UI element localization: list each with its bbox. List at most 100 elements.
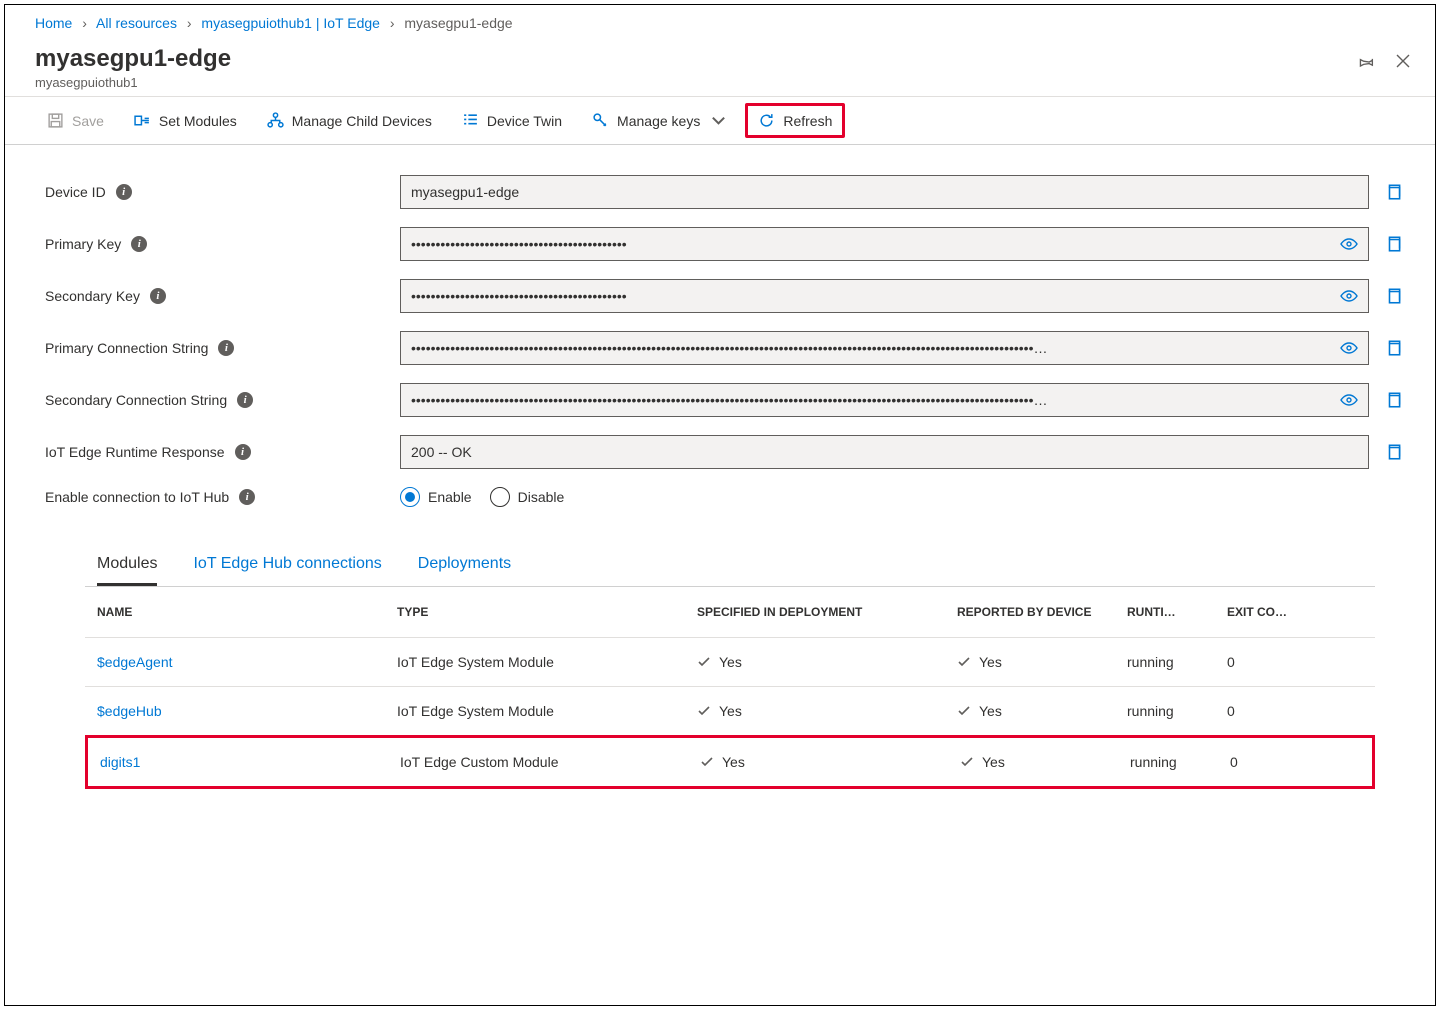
save-icon xyxy=(47,112,64,129)
manage-child-devices-button[interactable]: Manage Child Devices xyxy=(255,104,444,137)
module-link[interactable]: digits1 xyxy=(100,754,400,770)
eye-icon[interactable] xyxy=(1340,289,1358,303)
col-spec[interactable]: SPECIFIED IN DEPLOYMENT xyxy=(697,605,957,619)
module-runtime: running xyxy=(1127,703,1227,719)
manage-keys-button[interactable]: Manage keys xyxy=(580,104,739,137)
module-reported: Yes xyxy=(957,654,1127,670)
copy-icon[interactable] xyxy=(1385,339,1405,357)
check-icon xyxy=(697,655,711,669)
primary-conn-label: Primary Connection String xyxy=(45,340,208,356)
info-icon[interactable]: i xyxy=(218,340,234,356)
info-icon[interactable]: i xyxy=(131,236,147,252)
runtime-label: IoT Edge Runtime Response xyxy=(45,444,225,460)
check-icon xyxy=(957,704,971,718)
copy-icon[interactable] xyxy=(1385,443,1405,461)
eye-icon[interactable] xyxy=(1340,341,1358,355)
col-type[interactable]: TYPE xyxy=(397,605,697,619)
primary-conn-value: ••••••••••••••••••••••••••••••••••••••••… xyxy=(411,340,1047,356)
chevron-down-icon xyxy=(710,112,727,129)
save-label: Save xyxy=(72,113,104,129)
module-spec: Yes xyxy=(700,754,960,770)
info-icon[interactable]: i xyxy=(150,288,166,304)
hierarchy-icon xyxy=(267,112,284,129)
pin-icon[interactable] xyxy=(1357,53,1375,71)
chevron-right-icon: › xyxy=(82,15,87,31)
device-twin-label: Device Twin xyxy=(487,113,562,129)
disable-radio[interactable]: Disable xyxy=(490,487,565,507)
chevron-right-icon: › xyxy=(187,15,192,31)
secondary-conn-label: Secondary Connection String xyxy=(45,392,227,408)
copy-icon[interactable] xyxy=(1385,235,1405,253)
module-type: IoT Edge System Module xyxy=(397,654,697,670)
secondary-key-field[interactable]: ••••••••••••••••••••••••••••••••••••••••… xyxy=(400,279,1369,313)
refresh-label: Refresh xyxy=(783,113,832,129)
secondary-key-label: Secondary Key xyxy=(45,288,140,304)
module-spec: Yes xyxy=(697,654,957,670)
refresh-icon xyxy=(758,112,775,129)
table-row[interactable]: $edgeAgentIoT Edge System ModuleYesYesru… xyxy=(85,638,1375,687)
set-modules-button[interactable]: Set Modules xyxy=(122,104,249,137)
check-icon xyxy=(700,755,714,769)
runtime-value: 200 -- OK xyxy=(411,444,472,460)
col-exit[interactable]: EXIT CO… xyxy=(1227,605,1317,619)
device-id-field[interactable]: myasegpu1-edge xyxy=(400,175,1369,209)
primary-conn-field[interactable]: ••••••••••••••••••••••••••••••••••••••••… xyxy=(400,331,1369,365)
enable-option-label: Enable xyxy=(428,489,472,505)
chevron-right-icon: › xyxy=(390,15,395,31)
copy-icon[interactable] xyxy=(1385,287,1405,305)
breadcrumb-home[interactable]: Home xyxy=(35,15,72,31)
primary-key-field[interactable]: ••••••••••••••••••••••••••••••••••••••••… xyxy=(400,227,1369,261)
primary-key-label: Primary Key xyxy=(45,236,121,252)
close-icon[interactable] xyxy=(1395,53,1411,71)
info-icon[interactable]: i xyxy=(237,392,253,408)
eye-icon[interactable] xyxy=(1340,237,1358,251)
module-exit: 0 xyxy=(1227,654,1317,670)
manage-child-label: Manage Child Devices xyxy=(292,113,432,129)
page-subtitle: myasegpuiothub1 xyxy=(35,75,1405,90)
module-type: IoT Edge System Module xyxy=(397,703,697,719)
breadcrumb-current: myasegpu1-edge xyxy=(404,15,512,31)
module-exit: 0 xyxy=(1230,754,1320,770)
module-type: IoT Edge Custom Module xyxy=(400,754,700,770)
info-icon[interactable]: i xyxy=(116,184,132,200)
module-link[interactable]: $edgeHub xyxy=(97,703,397,719)
runtime-field[interactable]: 200 -- OK xyxy=(400,435,1369,469)
table-row[interactable]: digits1IoT Edge Custom ModuleYesYesrunni… xyxy=(85,735,1375,789)
device-id-value: myasegpu1-edge xyxy=(411,184,519,200)
breadcrumb-all-resources[interactable]: All resources xyxy=(96,15,177,31)
refresh-button[interactable]: Refresh xyxy=(745,103,845,138)
copy-icon[interactable] xyxy=(1385,183,1405,201)
eye-icon[interactable] xyxy=(1340,393,1358,407)
module-spec: Yes xyxy=(697,703,957,719)
info-icon[interactable]: i xyxy=(235,444,251,460)
module-link[interactable]: $edgeAgent xyxy=(97,654,397,670)
device-id-label: Device ID xyxy=(45,184,106,200)
col-runtime[interactable]: RUNTI… xyxy=(1127,605,1227,619)
secondary-conn-field[interactable]: ••••••••••••••••••••••••••••••••••••••••… xyxy=(400,383,1369,417)
module-exit: 0 xyxy=(1227,703,1317,719)
tab-modules[interactable]: Modules xyxy=(97,555,157,586)
list-icon xyxy=(462,112,479,129)
check-icon xyxy=(957,655,971,669)
device-twin-button[interactable]: Device Twin xyxy=(450,104,574,137)
col-reported[interactable]: REPORTED BY DEVICE xyxy=(957,605,1127,619)
check-icon xyxy=(697,704,711,718)
col-name[interactable]: NAME xyxy=(97,605,397,619)
manage-keys-label: Manage keys xyxy=(617,113,700,129)
breadcrumb: Home › All resources › myasegpuiothub1 |… xyxy=(5,5,1435,37)
key-icon xyxy=(592,112,609,129)
toolbar: Save Set Modules Manage Child Devices De… xyxy=(5,97,1435,145)
breadcrumb-iothub[interactable]: myasegpuiothub1 | IoT Edge xyxy=(201,15,380,31)
copy-icon[interactable] xyxy=(1385,391,1405,409)
info-icon[interactable]: i xyxy=(239,489,255,505)
primary-key-value: ••••••••••••••••••••••••••••••••••••••••… xyxy=(411,236,627,252)
save-button: Save xyxy=(35,104,116,137)
module-runtime: running xyxy=(1127,654,1227,670)
tab-deployments[interactable]: Deployments xyxy=(418,555,511,586)
secondary-conn-value: ••••••••••••••••••••••••••••••••••••••••… xyxy=(411,392,1047,408)
enable-radio[interactable]: Enable xyxy=(400,487,472,507)
set-modules-icon xyxy=(134,112,151,129)
tab-connections[interactable]: IoT Edge Hub connections xyxy=(193,555,381,586)
check-icon xyxy=(960,755,974,769)
table-row[interactable]: $edgeHubIoT Edge System ModuleYesYesrunn… xyxy=(85,687,1375,736)
